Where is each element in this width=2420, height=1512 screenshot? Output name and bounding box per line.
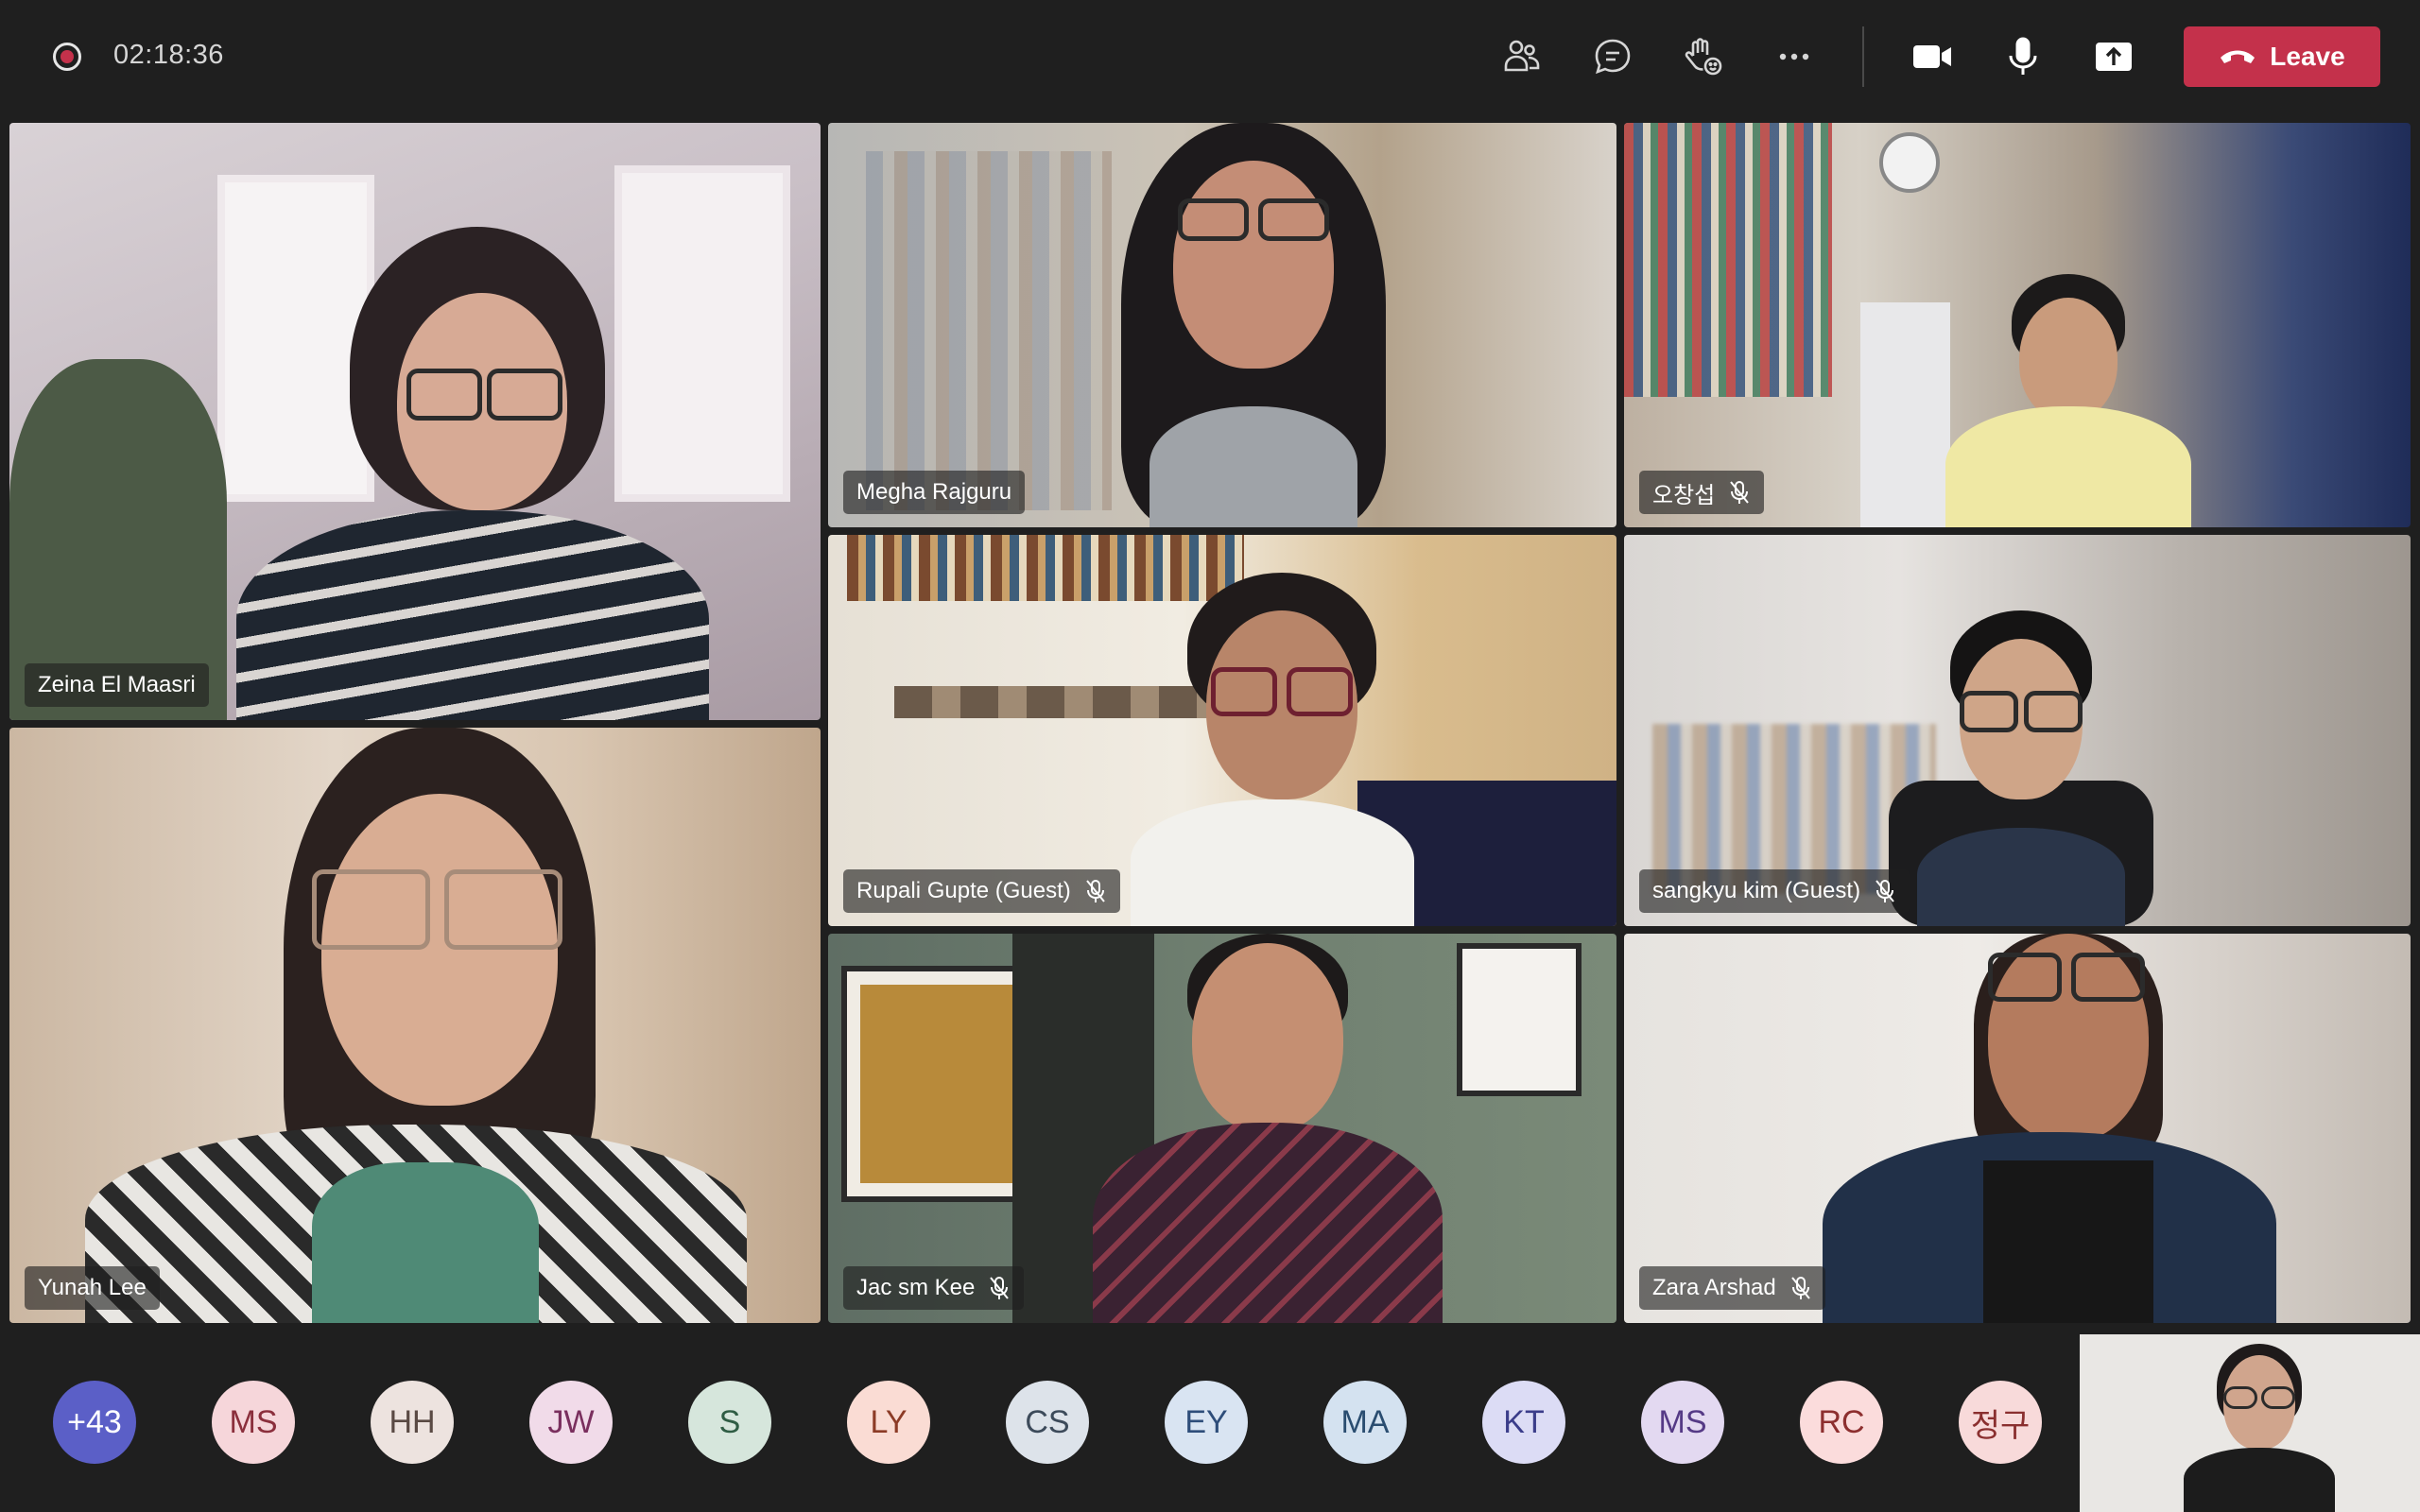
more-options-button[interactable] bbox=[1766, 28, 1823, 85]
participant-video bbox=[1804, 934, 2295, 1323]
video-tile[interactable]: Rupali Gupte (Guest) bbox=[828, 535, 1616, 926]
avatar-initials: EY bbox=[1184, 1403, 1228, 1440]
video-tile[interactable]: 오창섭 bbox=[1624, 123, 2411, 527]
muted-microphone-icon bbox=[1790, 1277, 1810, 1299]
participant-video bbox=[1064, 934, 1461, 1323]
avatar[interactable]: KT bbox=[1482, 1381, 1565, 1464]
avatar[interactable]: RC bbox=[1800, 1381, 1883, 1464]
participant-name: Megha Rajguru bbox=[856, 479, 1012, 505]
meeting-toolbar: 02:18:36 Leave bbox=[0, 0, 2420, 115]
avatar[interactable]: S bbox=[688, 1381, 771, 1464]
participant-video bbox=[1083, 573, 1461, 926]
participant-name: Zara Arshad bbox=[1652, 1275, 1776, 1300]
camera-icon bbox=[1913, 45, 1951, 68]
video-tile[interactable]: Jac sm Kee bbox=[828, 934, 1616, 1323]
muted-microphone-icon bbox=[990, 1277, 1010, 1299]
avatar[interactable]: EY bbox=[1165, 1381, 1248, 1464]
microphone-button[interactable] bbox=[1995, 28, 2051, 85]
participant-name-tag: 오창섭 bbox=[1639, 471, 1765, 514]
avatar[interactable]: HH bbox=[371, 1381, 454, 1464]
participant-name-tag: Yunah Lee bbox=[25, 1266, 160, 1310]
participant-name-tag: Rupali Gupte (Guest) bbox=[843, 869, 1120, 913]
avatar-initials: HH bbox=[389, 1403, 436, 1440]
avatar-initials: JW bbox=[547, 1403, 595, 1440]
avatar-initials: +43 bbox=[67, 1403, 122, 1440]
toolbar-divider bbox=[1862, 26, 1864, 87]
muted-microphone-icon bbox=[1086, 880, 1105, 902]
avatar[interactable]: LY bbox=[847, 1381, 930, 1464]
microphone-icon bbox=[2009, 37, 2037, 75]
wall-clock bbox=[1879, 132, 1940, 193]
participant-name-tag: Zara Arshad bbox=[1639, 1266, 1825, 1310]
participant-video bbox=[236, 227, 709, 720]
participant-name: sangkyu kim (Guest) bbox=[1652, 878, 1861, 903]
participant-video bbox=[1036, 123, 1452, 527]
participant-name: 오창섭 bbox=[1652, 482, 1716, 508]
overflow-participants-button[interactable]: +43 bbox=[53, 1381, 136, 1464]
chat-button[interactable] bbox=[1584, 28, 1641, 85]
participant-name-tag: Megha Rajguru bbox=[843, 471, 1026, 514]
hang-up-icon bbox=[2221, 50, 2256, 63]
avatar[interactable]: JW bbox=[529, 1381, 613, 1464]
avatar-initials: S bbox=[718, 1403, 741, 1440]
leave-label: Leave bbox=[2270, 42, 2345, 71]
avatar[interactable]: MS bbox=[1641, 1381, 1724, 1464]
avatar-initials: 정구 bbox=[1970, 1407, 2031, 1444]
self-video bbox=[2165, 1344, 2354, 1512]
avatar[interactable]: CS bbox=[1006, 1381, 1089, 1464]
participants-button[interactable] bbox=[1494, 28, 1550, 85]
share-button[interactable] bbox=[2085, 28, 2142, 85]
video-tile[interactable]: Yunah Lee bbox=[9, 728, 821, 1323]
share-icon bbox=[2096, 43, 2132, 71]
avatar-initials: MS bbox=[229, 1403, 278, 1440]
avatar-initials: MA bbox=[1340, 1403, 1390, 1440]
video-tile[interactable]: Zeina El Maasri bbox=[9, 123, 821, 720]
recording-indicator-icon bbox=[53, 43, 81, 71]
muted-microphone-icon bbox=[1730, 481, 1750, 504]
participant-name: Rupali Gupte (Guest) bbox=[856, 878, 1071, 903]
participant-name: Jac sm Kee bbox=[856, 1275, 976, 1300]
raise-hand-icon bbox=[1685, 38, 1722, 76]
camera-button[interactable] bbox=[1904, 28, 1961, 85]
avatar-initials: LY bbox=[870, 1403, 908, 1440]
framed-poster bbox=[841, 966, 1045, 1202]
participant-name-tag: sangkyu kim (Guest) bbox=[1639, 869, 1910, 913]
muted-microphone-icon bbox=[1876, 880, 1894, 902]
chat-icon bbox=[1595, 39, 1631, 75]
avatar-initials: MS bbox=[1658, 1403, 1707, 1440]
participant-name-tag: Jac sm Kee bbox=[843, 1266, 1025, 1310]
avatar[interactable]: MS bbox=[212, 1381, 295, 1464]
video-tile[interactable]: Zara Arshad bbox=[1624, 934, 2411, 1323]
avatar-initials: CS bbox=[1025, 1403, 1070, 1440]
video-tile[interactable]: Megha Rajguru bbox=[828, 123, 1616, 527]
participant-video bbox=[1945, 274, 2191, 527]
star-frame bbox=[1457, 943, 1582, 1096]
avatar[interactable]: MA bbox=[1323, 1381, 1407, 1464]
drawer-cabinet bbox=[1860, 302, 1950, 527]
leave-button[interactable]: Leave bbox=[2184, 26, 2380, 87]
self-video-preview[interactable] bbox=[2080, 1334, 2420, 1512]
participant-video bbox=[85, 728, 747, 1323]
reactions-button[interactable] bbox=[1675, 28, 1732, 85]
participant-name: Yunah Lee bbox=[38, 1275, 147, 1300]
avatar-initials: RC bbox=[1818, 1403, 1865, 1440]
video-tile[interactable]: sangkyu kim (Guest) bbox=[1624, 535, 2411, 926]
meeting-timer: 02:18:36 bbox=[113, 40, 224, 70]
bookshelf bbox=[1624, 123, 1832, 397]
avatar[interactable]: 정구 bbox=[1959, 1381, 2042, 1464]
participant-name-tag: Zeina El Maasri bbox=[25, 663, 209, 707]
participant-name: Zeina El Maasri bbox=[38, 672, 196, 697]
avatar-initials: KT bbox=[1503, 1403, 1545, 1440]
more-icon bbox=[1779, 53, 1809, 60]
people-icon bbox=[1504, 40, 1540, 72]
